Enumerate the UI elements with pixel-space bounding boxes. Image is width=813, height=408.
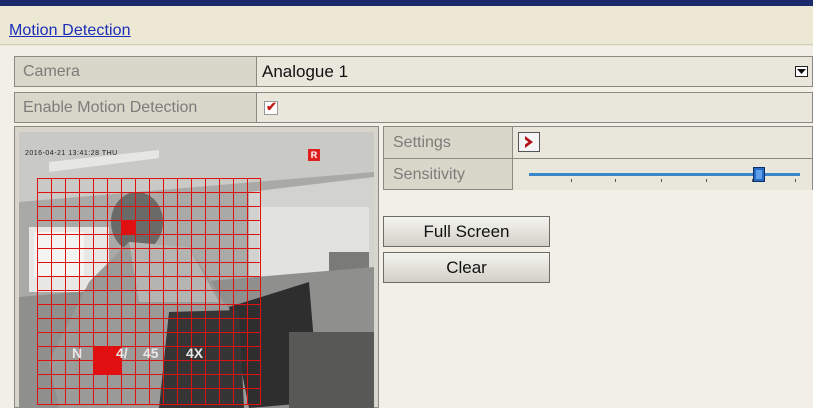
slider-thumb[interactable] — [753, 167, 766, 182]
camera-select[interactable]: Analogue 1 — [257, 57, 812, 86]
settings-label: Settings — [384, 127, 513, 158]
settings-button[interactable] — [518, 132, 540, 152]
slider-tick — [706, 179, 707, 182]
camera-select-value: Analogue 1 — [262, 62, 349, 81]
checkmark-icon: ✔ — [266, 99, 277, 114]
sensitivity-slider[interactable] — [513, 159, 812, 190]
overlay-text: 45 — [143, 345, 159, 361]
record-badge: R — [308, 149, 320, 161]
settings-cell — [513, 127, 812, 158]
enable-motion-checkbox[interactable]: ✔ — [264, 99, 278, 115]
overlay-text: 4X — [186, 345, 204, 361]
motion-grid[interactable] — [37, 178, 261, 405]
enable-motion-label: Enable Motion Detection — [15, 93, 257, 122]
motion-cell-active — [93, 361, 107, 375]
enable-motion-cell: ✔ — [257, 93, 812, 122]
settings-row: Settings — [384, 127, 812, 158]
chevron-down-icon[interactable] — [795, 66, 808, 77]
settings-panel: Settings Sensitivity — [383, 126, 813, 190]
osd-timestamp: 2016-04-21 13:41:28 THU — [25, 150, 118, 157]
overlay-text: 4/ — [116, 345, 128, 361]
motion-cell-active — [107, 361, 121, 375]
sensitivity-row: Sensitivity — [384, 159, 812, 190]
motion-cell-active — [93, 347, 107, 361]
chevron-right-icon — [525, 136, 533, 148]
clear-button[interactable]: Clear — [383, 252, 550, 283]
camera-preview[interactable]: 2016-04-21 13:41:28 THU R N 4/ 45 4X — [19, 132, 374, 408]
title-divider — [0, 44, 813, 45]
camera-label: Camera — [15, 57, 257, 86]
page-title[interactable]: Motion Detection — [9, 22, 131, 40]
slider-tick — [795, 179, 796, 182]
full-screen-button[interactable]: Full Screen — [383, 216, 550, 247]
enable-motion-row: Enable Motion Detection ✔ — [14, 92, 813, 123]
slider-tick — [615, 179, 616, 182]
slider-tick — [571, 179, 572, 182]
sensitivity-label: Sensitivity — [384, 159, 513, 190]
overlay-text: N — [72, 345, 83, 361]
camera-row: Camera Analogue 1 — [14, 56, 813, 87]
motion-cell-active — [121, 221, 135, 235]
slider-tick — [661, 179, 662, 182]
